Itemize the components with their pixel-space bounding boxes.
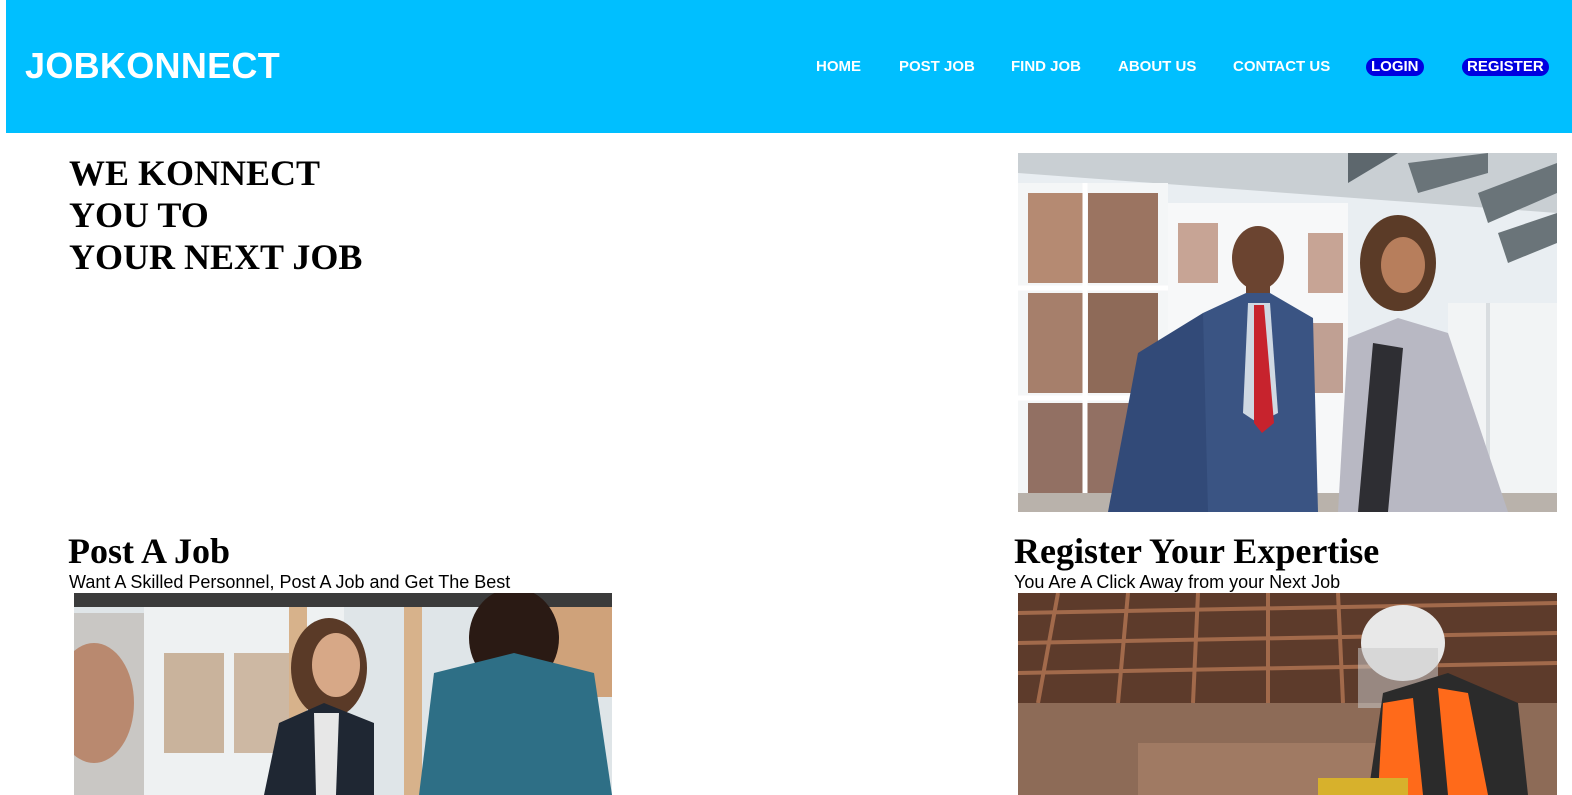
hero-line-2: YOU TO <box>69 195 209 235</box>
nav-find-job-link[interactable]: FIND JOB <box>1011 58 1081 76</box>
nav-contact-us-link[interactable]: CONTACT US <box>1233 58 1330 76</box>
page: JOBKONNECT HOME POST JOB FIND JOB ABOUT … <box>0 0 1572 795</box>
post-job-subtitle: Want A Skilled Personnel, Post A Job and… <box>69 572 511 592</box>
register-expertise-title: Register Your Expertise <box>1014 531 1380 571</box>
nav-login-button[interactable]: LOGIN <box>1366 58 1424 76</box>
hero-headline: WE KONNECT YOU TO YOUR NEXT JOB <box>69 152 362 278</box>
construction-worker-photo[interactable] <box>1018 593 1557 795</box>
nav-home-link[interactable]: HOME <box>816 58 861 76</box>
nav-post-job-link[interactable]: POST JOB <box>899 58 975 76</box>
hero-line-1: WE KONNECT <box>69 153 321 193</box>
handshake-interview-photo[interactable] <box>74 593 612 795</box>
register-expertise-subtitle: You Are A Click Away from your Next Job <box>1014 572 1341 592</box>
nav-about-us-link[interactable]: ABOUT US <box>1118 58 1196 76</box>
nav-register-button[interactable]: REGISTER <box>1462 58 1549 76</box>
hero-line-3: YOUR NEXT JOB <box>69 237 363 277</box>
site-header: JOBKONNECT HOME POST JOB FIND JOB ABOUT … <box>6 0 1572 133</box>
business-people-photo <box>1018 153 1557 512</box>
main-nav: HOME POST JOB FIND JOB ABOUT US CONTACT … <box>6 58 1572 78</box>
post-job-title: Post A Job <box>68 531 231 571</box>
